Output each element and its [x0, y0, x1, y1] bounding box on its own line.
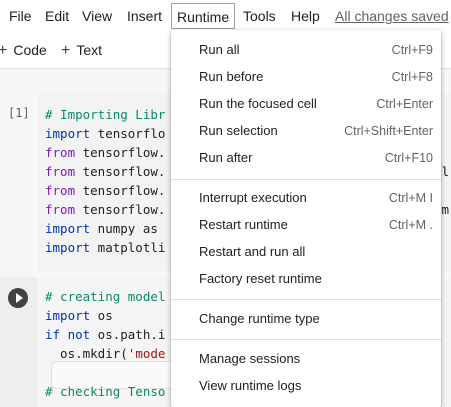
menu-divider — [171, 339, 441, 340]
menu-divider — [171, 179, 441, 180]
menu-item-run-after[interactable]: Run after Ctrl+F10 — [171, 145, 441, 171]
code-line: from tensorflow. — [45, 164, 166, 179]
code-line: import matplotli — [45, 240, 166, 255]
menu-item-change-runtime-type[interactable]: Change runtime type — [171, 306, 441, 332]
cell-gutter — [0, 277, 38, 407]
code-line: from tensorflow. — [45, 145, 166, 160]
menu-insert[interactable]: Insert — [127, 8, 162, 24]
add-text-button[interactable]: + Text — [61, 42, 102, 59]
menu-runtime[interactable]: Runtime — [171, 3, 236, 29]
runtime-menu: Run all Ctrl+F9 Run before Ctrl+F8 Run t… — [171, 30, 441, 407]
add-text-label: Text — [76, 42, 103, 58]
plus-icon: + — [0, 42, 8, 59]
menu-item-run-before[interactable]: Run before Ctrl+F8 — [171, 64, 441, 90]
menu-item-run-selection[interactable]: Run selection Ctrl+Shift+Enter — [171, 118, 441, 144]
code-line: os.mkdir('mode — [45, 346, 166, 361]
menu-divider — [171, 299, 441, 300]
code-line: import tensorflo — [45, 126, 166, 141]
menu-item-run-all[interactable]: Run all Ctrl+F9 — [171, 37, 441, 63]
code-line: # creating model — [45, 289, 166, 304]
run-cell-button[interactable] — [8, 288, 28, 308]
code-line: import numpy as — [45, 221, 158, 236]
plus-icon: + — [61, 42, 71, 59]
save-status-link[interactable]: All changes saved — [335, 8, 449, 24]
code-line: import os — [45, 308, 113, 323]
code-line: from tensorflow. — [45, 202, 166, 217]
code-line: from tensorflow. — [45, 183, 166, 198]
add-code-button[interactable]: + Code — [0, 42, 47, 59]
menu-tools[interactable]: Tools — [243, 8, 276, 24]
menu-item-run-focused-cell[interactable]: Run the focused cell Ctrl+Enter — [171, 91, 441, 117]
execution-count: [1] — [8, 106, 30, 120]
cell-gutter: [1] — [0, 93, 38, 271]
menu-item-factory-reset-runtime[interactable]: Factory reset runtime — [171, 266, 441, 292]
code-line: # checking Tenso — [45, 384, 166, 399]
code-line: if not os.path.i — [45, 327, 166, 342]
menu-item-restart-runtime[interactable]: Restart runtime Ctrl+M . — [171, 212, 441, 238]
menu-item-manage-sessions[interactable]: Manage sessions — [171, 346, 441, 372]
add-code-label: Code — [13, 42, 47, 58]
menu-help[interactable]: Help — [291, 8, 320, 24]
menu-file[interactable]: File — [9, 8, 32, 24]
menu-bar: File Edit View Insert Runtime Tools Help… — [0, 0, 451, 32]
menu-item-view-runtime-logs[interactable]: View runtime logs — [171, 373, 441, 399]
code-line: # Importing Libr — [45, 107, 166, 122]
menu-view[interactable]: View — [82, 8, 112, 24]
menu-item-restart-and-run-all[interactable]: Restart and run all — [171, 239, 441, 265]
menu-item-interrupt-execution[interactable]: Interrupt execution Ctrl+M I — [171, 185, 441, 211]
menu-edit[interactable]: Edit — [45, 8, 69, 24]
